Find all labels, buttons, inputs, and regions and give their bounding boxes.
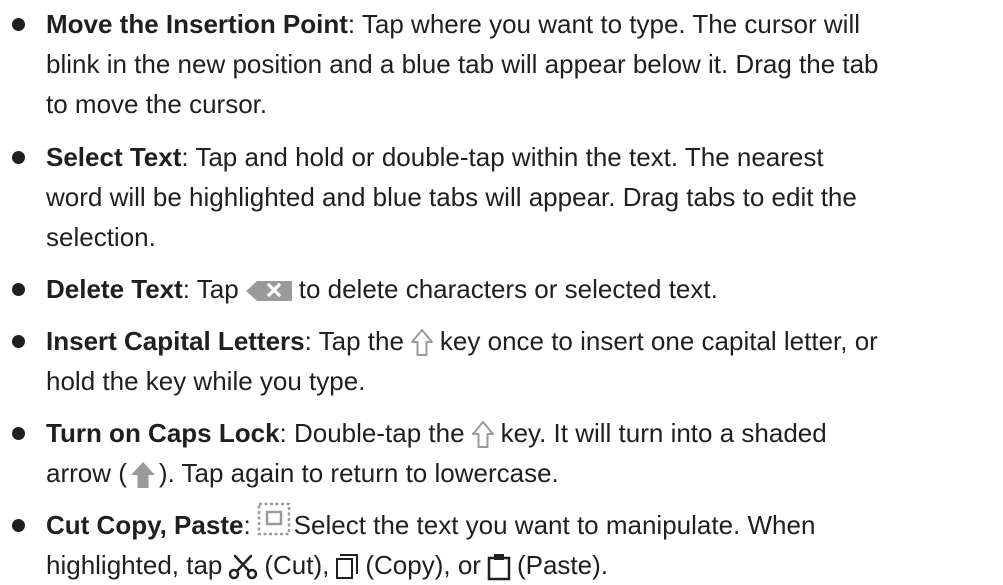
bullet <box>12 427 25 440</box>
item-line: arrow ( ). Tap again to return to lowerca… <box>46 453 1003 493</box>
item-text: Turn on Caps Lock: Double-tap the key. It… <box>46 413 1003 493</box>
item-term: Turn on Caps Lock <box>46 418 280 448</box>
bullet <box>12 283 25 296</box>
item-text: Move the Insertion Point: Tap where you … <box>46 4 1003 124</box>
item-separator: : <box>181 142 189 172</box>
item-term: Delete Text <box>46 274 183 304</box>
item-desc: key. It will turn into a shaded <box>500 418 827 448</box>
item-line: word will be highlighted and blue tabs w… <box>46 182 857 212</box>
selection-box-icon <box>257 502 291 536</box>
bullet <box>12 335 25 348</box>
shift-key-icon <box>471 420 495 450</box>
item-line: to move the cursor. <box>46 89 268 119</box>
item-desc: highlighted, tap <box>46 550 223 580</box>
shift-key-icon <box>410 328 434 358</box>
item-text: Insert Capital Letters: Tap the key once … <box>46 321 1003 401</box>
bullet <box>12 151 25 164</box>
item-desc: Tap <box>190 274 239 304</box>
item-line: Select Text: Tap and hold or double-tap … <box>46 137 1003 177</box>
item-separator: : <box>182 274 191 304</box>
item-desc: Tap where you want to type. The cursor w… <box>355 9 860 39</box>
item-term: Select Text <box>46 142 182 172</box>
item-desc: (Copy), or <box>365 550 481 580</box>
item-line: Move the Insertion Point: Tap where you … <box>46 4 1003 44</box>
bullet <box>12 519 25 532</box>
clipboard-icon <box>487 553 511 581</box>
item-line: Turn on Caps Lock: Double-tap the key. It… <box>46 413 1003 453</box>
item-desc: Tap and hold or double-tap within the te… <box>188 142 824 172</box>
item-desc: Tap the <box>311 326 404 356</box>
item-term: Move the Insertion Point <box>46 9 348 39</box>
copy-icon <box>335 554 359 580</box>
item-desc: (Paste). <box>516 550 608 580</box>
item-desc: key once to insert one capital letter, o… <box>439 326 878 356</box>
scissors-icon <box>228 554 258 580</box>
item-line: Cut Copy, Paste: Select the text you want… <box>46 502 1003 545</box>
item-text: Select Text: Tap and hold or double-tap … <box>46 137 1003 257</box>
item-separator: : <box>304 326 312 356</box>
item-text: Delete Text: Tap to delete characters or … <box>46 269 1003 309</box>
item-line: Delete Text: Tap to delete characters or … <box>46 269 1003 309</box>
item-line: highlighted, tap (Cut), (Copy), or (Paste). <box>46 545 1003 585</box>
caps-lock-arrow-icon <box>130 461 156 489</box>
item-line: Insert Capital Letters: Tap the key once … <box>46 321 1003 361</box>
item-term: Cut Copy, Paste <box>46 510 244 540</box>
item-term: Insert Capital Letters <box>46 326 305 356</box>
item-desc: to delete characters or selected text. <box>298 274 718 304</box>
delete-key-icon <box>245 280 293 302</box>
item-desc: arrow ( <box>46 458 127 488</box>
bullet <box>12 18 25 31</box>
item-desc: Double-tap the <box>286 418 465 448</box>
item-desc: Select the text you want to manipulate. … <box>293 510 816 540</box>
item-desc: ). Tap again to return to lowercase. <box>158 458 559 488</box>
item-line: selection. <box>46 222 156 252</box>
item-text: Cut Copy, Paste: Select the text you want… <box>46 502 1003 585</box>
item-separator: : <box>243 510 251 540</box>
item-separator: : <box>279 418 287 448</box>
item-line: hold the key while you type. <box>46 366 366 396</box>
item-desc: (Cut), <box>264 550 330 580</box>
item-line: blink in the new position and a blue tab… <box>46 49 879 79</box>
